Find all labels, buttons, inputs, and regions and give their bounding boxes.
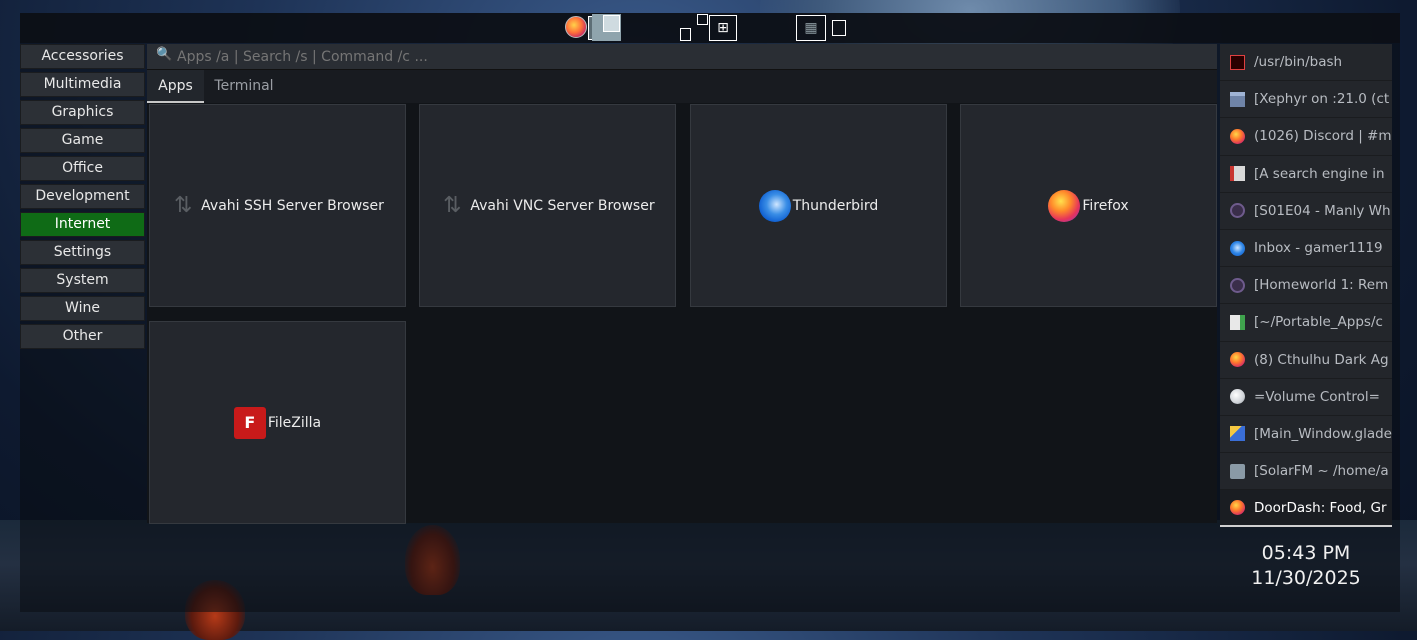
window-title: Inbox - gamer1119 <box>1254 240 1383 257</box>
window-item[interactable]: Inbox - gamer1119 <box>1220 229 1392 268</box>
window-title: [Xephyr on :21.0 (ct <box>1254 91 1390 108</box>
avahi-icon: ⇅ <box>173 192 193 218</box>
clock-date: 11/30/2025 <box>1251 567 1361 589</box>
app-label: Thunderbird <box>792 197 879 214</box>
search-bar: 🔍 <box>147 44 1217 70</box>
category-multimedia[interactable]: Multimedia <box>20 72 145 97</box>
app-tile-avahi-ssh[interactable]: ⇅ Avahi SSH Server Browser <box>149 104 406 307</box>
app-tile-thunderbird[interactable]: Thunderbird <box>690 104 947 307</box>
avahi-icon: ⇅ <box>443 192 462 218</box>
window-title: DoorDash: Food, Gr <box>1254 499 1387 516</box>
category-accessories[interactable]: Accessories <box>20 44 145 69</box>
window-item[interactable]: (1026) Discord | #m <box>1220 118 1392 156</box>
search-icon: 🔍 <box>156 47 173 62</box>
window-item[interactable]: [Homeworld 1: Rem <box>1220 267 1392 305</box>
terminal-icon <box>1230 54 1245 70</box>
add-workspace-icon[interactable]: ⊞ <box>709 15 737 41</box>
category-office[interactable]: Office <box>20 156 145 181</box>
app-label: Avahi SSH Server Browser <box>201 197 384 214</box>
window-item[interactable]: /usr/bin/bash <box>1220 44 1392 82</box>
tab-terminal[interactable]: Terminal <box>204 70 284 103</box>
xephyr-icon <box>1230 91 1245 107</box>
firefox-icon <box>1230 128 1245 144</box>
volume-icon <box>1230 389 1245 405</box>
app-tile-filezilla[interactable]: F FileZilla <box>149 321 406 524</box>
window-list: /usr/bin/bash [Xephyr on :21.0 (ct (1026… <box>1220 44 1392 528</box>
workspace-grid-icon[interactable]: ▦ <box>796 15 826 41</box>
workspace-window-thumb[interactable] <box>697 14 708 25</box>
workspace-window-thumb[interactable] <box>680 28 691 41</box>
tab-bar: Apps Terminal <box>147 70 1217 103</box>
top-panel: ⊞ ▦ <box>20 13 1400 43</box>
media-player-icon <box>1230 277 1245 293</box>
category-game[interactable]: Game <box>20 128 145 153</box>
firefox-icon <box>1230 352 1245 368</box>
category-settings[interactable]: Settings <box>20 240 145 265</box>
text-editor-icon <box>1230 314 1245 330</box>
workspace-window-thumb[interactable] <box>832 20 846 36</box>
window-title: =Volume Control= <box>1254 388 1380 405</box>
category-development[interactable]: Development <box>20 184 145 209</box>
workspace-window-thumb[interactable] <box>603 15 620 32</box>
window-title: [~/Portable_Apps/c <box>1254 314 1383 331</box>
app-launcher-window: ⊞ ▦ Accessories Multimedia Graphics Game… <box>20 13 1400 612</box>
thunderbird-icon <box>758 189 791 222</box>
category-list: Accessories Multimedia Graphics Game Off… <box>20 44 145 352</box>
window-item[interactable]: [Xephyr on :21.0 (ct <box>1220 81 1392 119</box>
firefox-icon <box>1230 500 1245 516</box>
document-icon <box>1230 166 1245 182</box>
window-item[interactable]: [S01E04 - Manly Wh <box>1220 192 1392 230</box>
clock-time: 05:43 PM <box>1261 542 1351 564</box>
window-item-focused[interactable]: DoorDash: Food, Gr <box>1220 490 1392 528</box>
tab-apps[interactable]: Apps <box>147 70 204 103</box>
app-tile-firefox[interactable]: Firefox <box>960 104 1217 307</box>
window-title: [SolarFM ~ /home/a <box>1254 463 1389 480</box>
category-system[interactable]: System <box>20 268 145 293</box>
window-title: /usr/bin/bash <box>1254 54 1343 71</box>
category-internet[interactable]: Internet <box>20 212 145 237</box>
window-item[interactable]: [~/Portable_Apps/c <box>1220 304 1392 342</box>
thunderbird-icon <box>1230 240 1245 256</box>
app-label: Avahi VNC Server Browser <box>470 197 655 214</box>
app-tile-avahi-vnc[interactable]: ⇅ Avahi VNC Server Browser <box>419 104 676 307</box>
category-graphics[interactable]: Graphics <box>20 100 145 125</box>
glade-icon <box>1230 426 1245 442</box>
category-wine[interactable]: Wine <box>20 296 145 321</box>
search-input[interactable] <box>177 44 1207 69</box>
app-label: Firefox <box>1082 197 1129 214</box>
window-title: (8) Cthulhu Dark Ag <box>1254 351 1389 368</box>
file-manager-icon <box>1230 463 1245 479</box>
firefox-icon[interactable] <box>565 16 587 38</box>
window-title: [Main_Window.glade] <box>1254 425 1392 442</box>
window-item[interactable]: [A search engine in <box>1220 155 1392 193</box>
window-item[interactable]: =Volume Control= <box>1220 378 1392 416</box>
window-item[interactable]: (8) Cthulhu Dark Ag <box>1220 341 1392 379</box>
window-title: [A search engine in <box>1254 165 1385 182</box>
clock: 05:43 PM 11/30/2025 <box>1220 541 1392 591</box>
window-item[interactable]: [SolarFM ~ /home/a <box>1220 453 1392 491</box>
app-label: FileZilla <box>267 414 322 431</box>
window-title: [Homeworld 1: Rem <box>1254 277 1389 294</box>
media-player-icon <box>1230 203 1245 219</box>
filezilla-icon: F <box>233 406 266 439</box>
firefox-icon <box>1048 189 1081 222</box>
window-item[interactable]: [Main_Window.glade] <box>1220 415 1392 454</box>
category-other[interactable]: Other <box>20 324 145 349</box>
window-title: (1026) Discord | #m <box>1254 128 1392 145</box>
window-title: [S01E04 - Manly Wh <box>1254 202 1391 219</box>
app-grid: ⇅ Avahi SSH Server Browser ⇅ Avahi VNC S… <box>147 103 1217 524</box>
